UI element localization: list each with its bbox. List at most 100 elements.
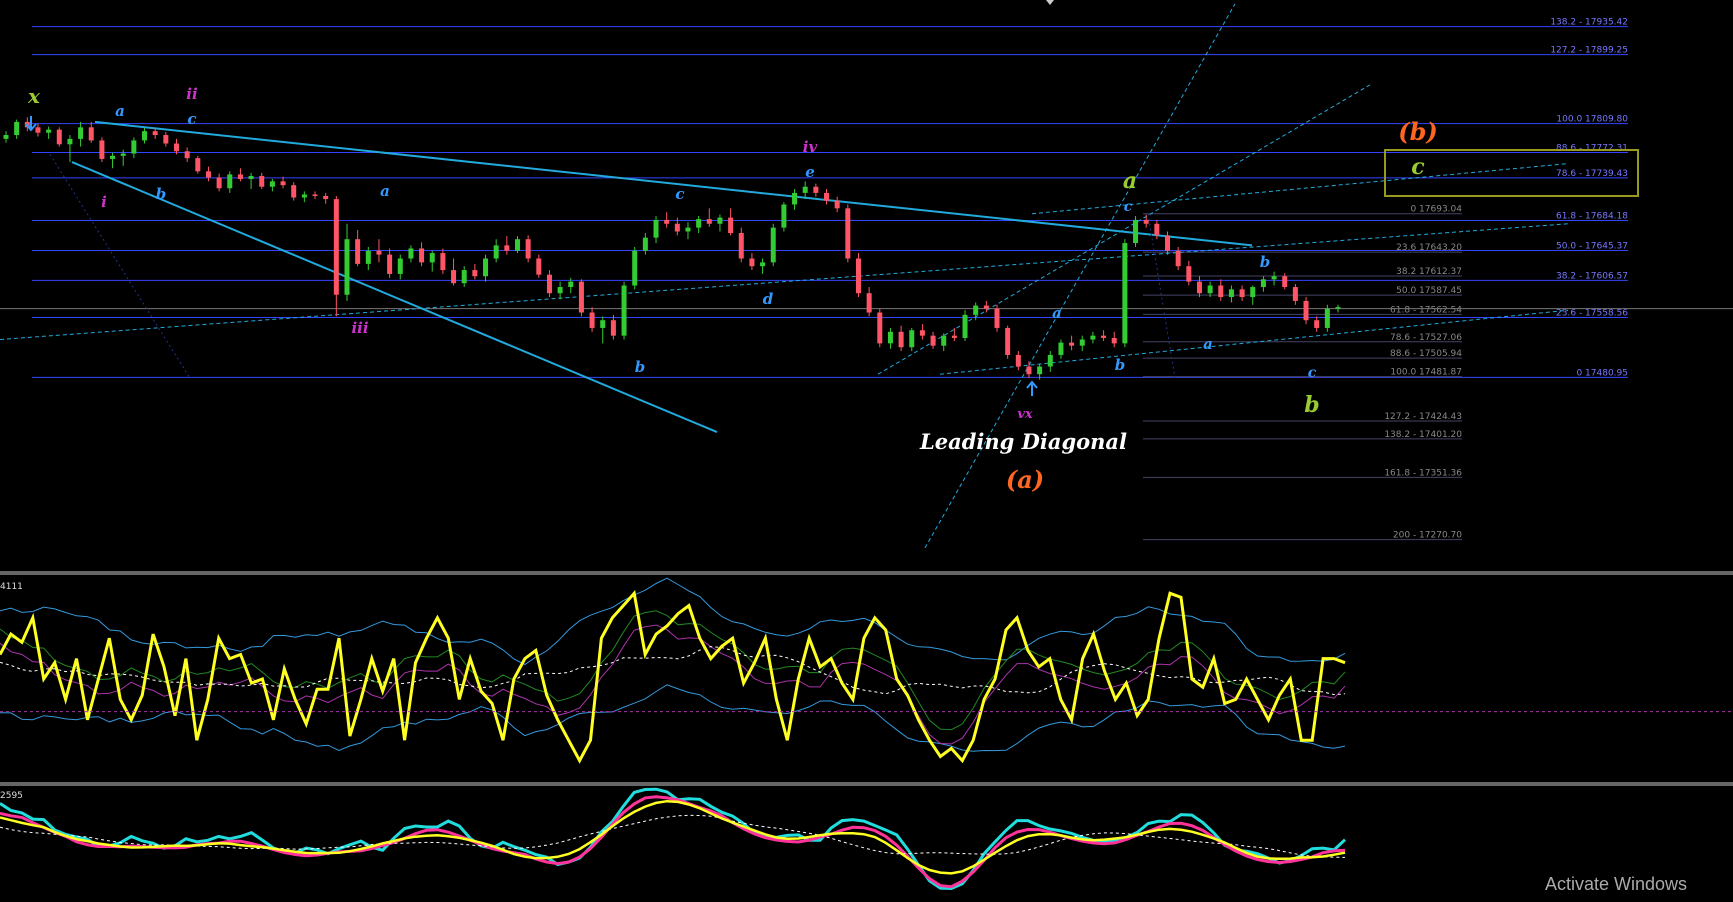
candle-body: [35, 127, 41, 133]
candle-body: [248, 175, 254, 180]
candle-body: [1090, 335, 1096, 340]
candle-body: [557, 287, 563, 294]
candle-body: [312, 194, 318, 196]
candle-body: [813, 186, 819, 193]
candle-body: [941, 335, 947, 346]
candle-body: [1154, 223, 1160, 236]
candle-body: [824, 192, 830, 201]
candle-body: [738, 233, 744, 259]
fib-mid-label: 127.2 - 17424.43: [1384, 412, 1462, 422]
wave-label: b: [635, 358, 646, 376]
wave-label: ii: [186, 85, 198, 103]
candle-body: [1111, 337, 1117, 344]
candle-body: [589, 312, 595, 328]
candle-body: [706, 219, 712, 224]
candle-body: [994, 308, 1000, 328]
candle-body: [387, 254, 393, 274]
candle-body: [546, 274, 552, 294]
fib-right-label: 38.2 - 17606.57: [1556, 271, 1628, 281]
wave-label: a: [1052, 304, 1062, 322]
candle-body: [67, 138, 73, 145]
candle-body: [259, 175, 265, 187]
candle-body: [674, 223, 680, 232]
candle-body: [632, 250, 638, 286]
candle-body: [88, 127, 94, 141]
activate-windows-watermark: Activate Windows: [1545, 874, 1687, 894]
candle-body: [269, 181, 275, 187]
candle-body: [962, 314, 968, 338]
wave-label: d: [763, 290, 774, 308]
wave-label: iii: [351, 319, 368, 337]
wave-label: (a): [1006, 465, 1044, 494]
chart-svg: 138.2 - 17935.42 127.2 - 17899.25 100.0 17…: [0, 0, 1733, 898]
candle-body: [770, 227, 776, 263]
candle-body: [1015, 354, 1021, 367]
candle-body: [1079, 339, 1085, 346]
wave-label: e: [805, 163, 815, 181]
candle-body: [365, 250, 371, 264]
wave-label: c: [1411, 154, 1425, 180]
candle-body: [749, 258, 755, 267]
candle-body: [1122, 243, 1128, 344]
fib-mid-label: 100.0 17481.87: [1390, 368, 1462, 378]
fib-right-label: 61.8 - 17684.18: [1556, 212, 1628, 222]
candle-body: [855, 258, 861, 294]
candle-body: [291, 185, 297, 198]
candle-body: [600, 320, 606, 328]
candle-body: [14, 121, 20, 136]
candle-body: [621, 285, 627, 336]
fib-mid-label: 50.0 17587.45: [1396, 286, 1462, 296]
candle-body: [1143, 219, 1149, 224]
wave-label: c: [187, 110, 196, 128]
candle-body: [333, 199, 339, 295]
candle-body: [578, 281, 584, 313]
candle-body: [1196, 281, 1202, 294]
fib-mid-label: 161.8 - 17351.36: [1384, 468, 1462, 478]
wave-label: b: [1304, 392, 1319, 418]
wave-label: a: [115, 102, 125, 120]
wave-label: b: [156, 185, 167, 203]
fib-mid-label: 200 - 17270.70: [1393, 531, 1462, 541]
fib-right-label: 50.0 - 17645.37: [1556, 241, 1628, 251]
candle-body: [887, 331, 893, 344]
candle-body: [898, 331, 904, 348]
candle-body: [110, 155, 116, 159]
candle-body: [237, 174, 243, 180]
candle-body: [301, 194, 307, 198]
candle-body: [973, 305, 979, 315]
candle-body: [195, 158, 201, 172]
fib-right-label: 88.6 - 17772.31: [1556, 144, 1628, 154]
wave-label: vx: [1017, 407, 1033, 422]
candle-body: [802, 186, 808, 193]
pane-separator-1[interactable]: [0, 571, 1733, 575]
candle-body: [514, 239, 520, 251]
fib-right-label: 78.6 - 17739.43: [1556, 169, 1628, 179]
candle-body: [642, 237, 648, 251]
candle-body: [344, 239, 350, 295]
candle-body: [493, 245, 499, 259]
candle-body: [951, 335, 957, 338]
candle-body: [845, 208, 851, 259]
candle-body: [1335, 307, 1341, 309]
pane-separator-2[interactable]: [0, 782, 1733, 786]
candle-body: [472, 270, 478, 277]
fib-mid-label: 78.6 - 17527.06: [1390, 333, 1462, 343]
candle-body: [1292, 287, 1298, 301]
candle-body: [142, 131, 148, 141]
candle-body: [792, 192, 798, 205]
candle-body: [163, 135, 169, 144]
fib-mid-label: 38.2 17612.37: [1396, 267, 1462, 277]
wave-label: i: [101, 193, 107, 211]
candle-body: [909, 330, 915, 348]
wave-label: x: [27, 84, 41, 108]
candle-body: [1069, 342, 1075, 346]
oscillator-1-label: 4111: [0, 582, 23, 592]
candle-body: [664, 219, 670, 224]
candle-body: [1250, 287, 1256, 298]
candle-body: [131, 140, 137, 154]
wave-label: c: [675, 185, 684, 203]
candle-body: [1026, 366, 1032, 375]
candle-body: [1314, 320, 1320, 328]
fib-mid-label: 61.8 - 17562.54: [1390, 305, 1462, 315]
candle-body: [760, 262, 766, 267]
